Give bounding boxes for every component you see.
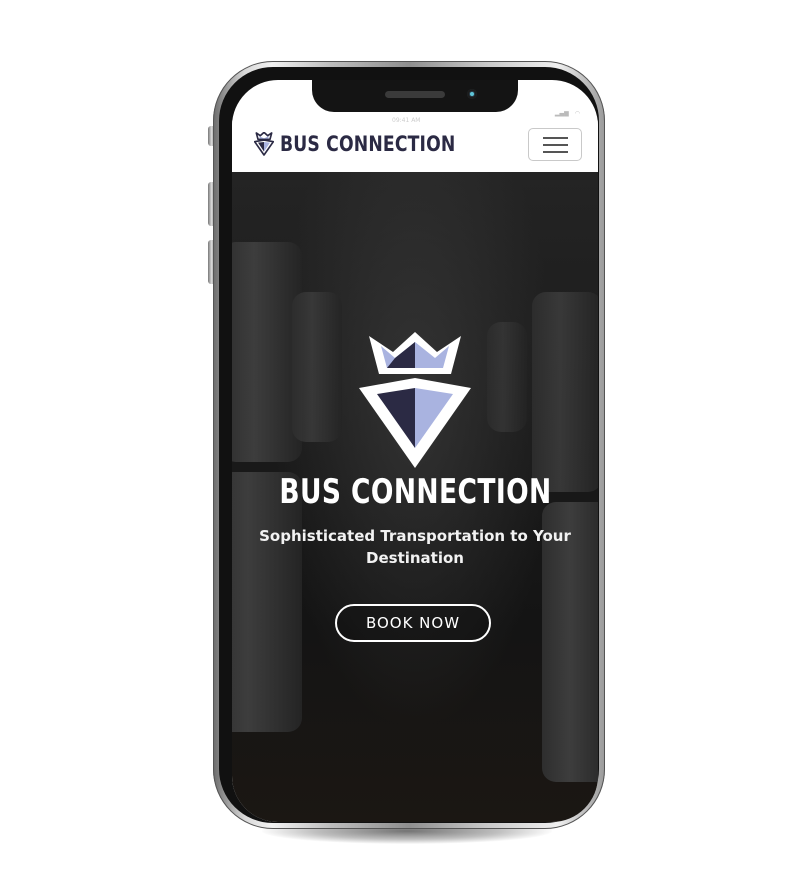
status-time: 09:41 AM xyxy=(392,117,421,124)
book-now-button[interactable]: BOOK NOW xyxy=(335,604,491,642)
status-bar: ▂▄▆ ◠ xyxy=(555,110,580,117)
hero-title: BUS CONNECTION xyxy=(232,472,598,512)
brand-link[interactable]: BUS CONNECTION xyxy=(254,132,494,156)
phone-bezel: 09:41 AM ▂▄▆ ◠ BUS CONNECTION BUS CONNEC… xyxy=(219,67,599,823)
seat-shape xyxy=(532,292,598,492)
hamburger-icon-line xyxy=(542,150,568,153)
phone-screen: 09:41 AM ▂▄▆ ◠ BUS CONNECTION BUS CONNEC… xyxy=(232,80,598,822)
hamburger-icon-line xyxy=(542,143,568,146)
seat-shape xyxy=(487,322,527,432)
hero-section: BUS CONNECTION Sophisticated Transportat… xyxy=(232,172,598,822)
menu-toggle-button[interactable] xyxy=(528,128,582,161)
navbar: BUS CONNECTION xyxy=(232,120,598,172)
front-camera-icon xyxy=(467,89,477,99)
phone-notch xyxy=(312,80,518,112)
seat-shape xyxy=(292,292,342,442)
phone-frame: 09:41 AM ▂▄▆ ◠ BUS CONNECTION BUS CONNEC… xyxy=(213,61,605,829)
hero-title-text: BUS CONNECTION xyxy=(278,472,552,512)
signal-icon: ▂▄▆ xyxy=(554,110,569,117)
speaker-grille xyxy=(385,91,445,98)
brand-name: BUS CONNECTION xyxy=(280,132,456,156)
brand-logo-icon xyxy=(254,132,274,156)
hero-subtitle: Sophisticated Transportation to Your Des… xyxy=(259,527,571,567)
hamburger-icon-line xyxy=(542,136,568,139)
hero-logo-icon xyxy=(359,332,471,468)
wifi-icon: ◠ xyxy=(574,110,580,117)
